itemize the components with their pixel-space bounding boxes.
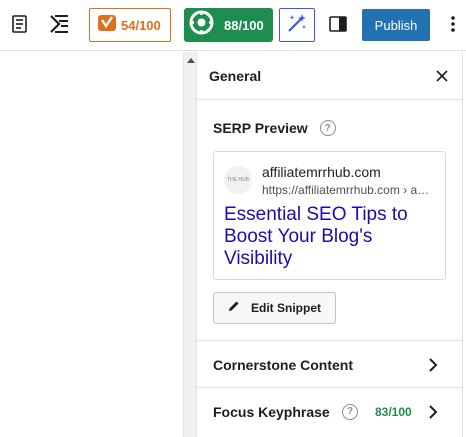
yoast-seo-score-button[interactable]: 54/100 <box>89 8 171 42</box>
cornerstone-content-label: Cornerstone Content <box>213 356 353 373</box>
focus-keyphrase-label: Focus Keyphrase <box>213 403 330 420</box>
rank-math-icon <box>188 9 215 41</box>
sidebar-header: General <box>197 52 462 100</box>
yoast-icon <box>97 13 117 38</box>
chevron-right-icon <box>425 357 441 373</box>
settings-sidebar: General SERP Preview ? THE HUB affiliate… <box>197 52 463 437</box>
serp-site-url: https://affiliatemrrhub.com › a… <box>262 183 430 197</box>
edit-snippet-button[interactable]: Edit Snippet <box>213 292 336 324</box>
publish-button[interactable]: Publish <box>362 9 430 41</box>
document-outline-icon[interactable] <box>47 12 71 36</box>
serp-preview-card: THE HUB affiliatemrrhub.com https://affi… <box>213 151 446 280</box>
pencil-icon <box>228 299 240 317</box>
close-icon[interactable] <box>434 68 450 84</box>
ai-wand-icon <box>286 12 308 39</box>
cornerstone-content-panel[interactable]: Cornerstone Content <box>197 340 463 388</box>
document-overview-icon[interactable] <box>8 12 32 36</box>
serp-site-name: affiliatemrrhub.com <box>262 164 381 180</box>
editor-canvas[interactable] <box>0 52 183 437</box>
chevron-right-icon <box>425 404 441 420</box>
scroll-up-arrow-icon[interactable] <box>187 58 195 63</box>
keyphrase-score: 83/100 <box>375 404 412 419</box>
focus-keyphrase-panel[interactable]: Focus Keyphrase ? 83/100 <box>197 387 463 435</box>
help-icon[interactable]: ? <box>319 120 336 136</box>
editor-toolbar: 54/100 88/100 Publish <box>0 0 466 51</box>
edit-snippet-label: Edit Snippet <box>251 301 321 315</box>
site-favicon: THE HUB <box>224 166 252 194</box>
ai-assistant-button[interactable] <box>279 8 315 42</box>
serp-preview-title: SERP Preview <box>213 120 308 136</box>
serp-preview-header: SERP Preview ? <box>213 120 336 136</box>
yoast-score: 54/100 <box>121 17 161 33</box>
sidebar-scrollbar[interactable] <box>183 52 197 437</box>
help-icon[interactable]: ? <box>342 403 358 420</box>
seo-score: 88/100 <box>224 17 264 33</box>
serp-headline[interactable]: Essential SEO Tips to Boost Your Blog's … <box>224 204 439 270</box>
sidebar-title: General <box>209 67 262 84</box>
sidebar-toggle-icon[interactable] <box>326 12 350 36</box>
seo-score-button[interactable]: 88/100 <box>184 8 273 42</box>
more-options-icon[interactable] <box>441 12 465 36</box>
